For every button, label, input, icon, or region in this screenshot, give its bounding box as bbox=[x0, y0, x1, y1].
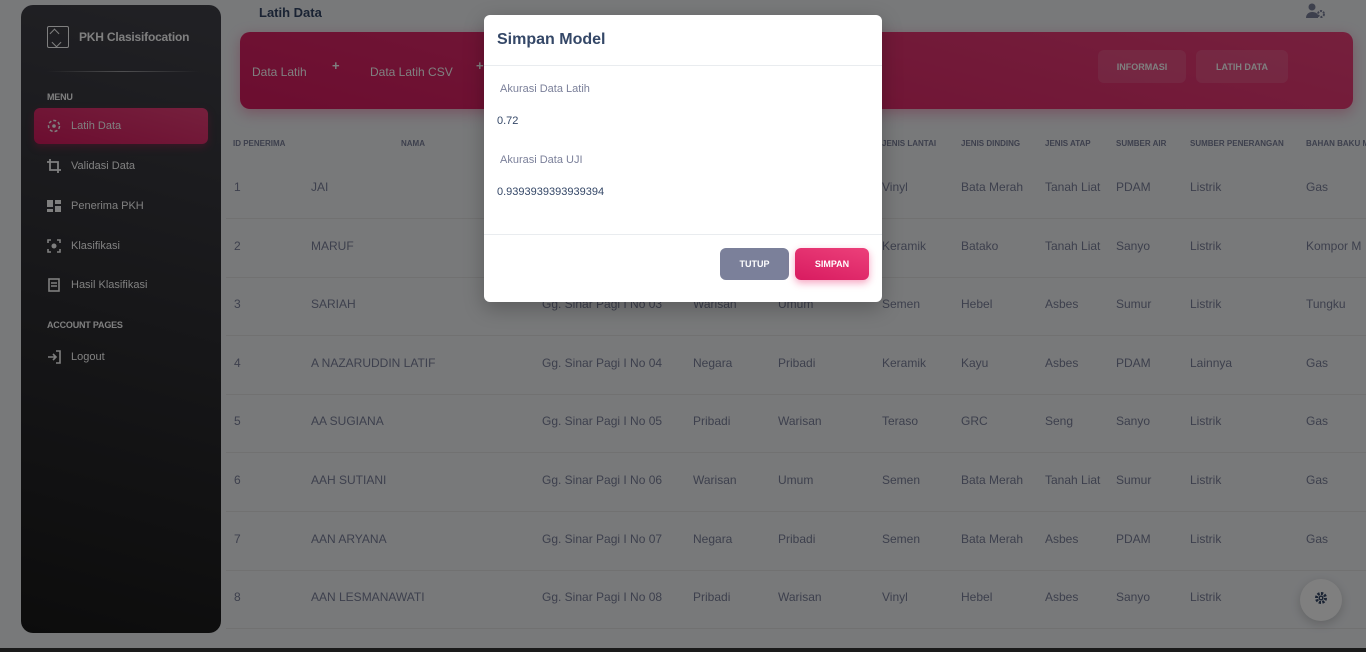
modal-footer-divider bbox=[484, 234, 882, 235]
akurasi-latih-value: 0.72 bbox=[497, 115, 519, 127]
simpan-button[interactable]: SIMPAN bbox=[795, 248, 869, 280]
akurasi-latih-label: Akurasi Data Latih bbox=[500, 83, 590, 95]
window-bottom-edge bbox=[0, 648, 1366, 652]
modal-title: Simpan Model bbox=[497, 31, 606, 48]
simpan-model-dialog: Simpan Model Akurasi Data Latih 0.72 Aku… bbox=[484, 15, 882, 302]
tutup-button[interactable]: TUTUP bbox=[720, 248, 789, 280]
modal-divider bbox=[484, 65, 882, 66]
akurasi-uji-value: 0.9393939393939394 bbox=[497, 186, 605, 198]
akurasi-uji-label: Akurasi Data UJI bbox=[500, 154, 583, 166]
